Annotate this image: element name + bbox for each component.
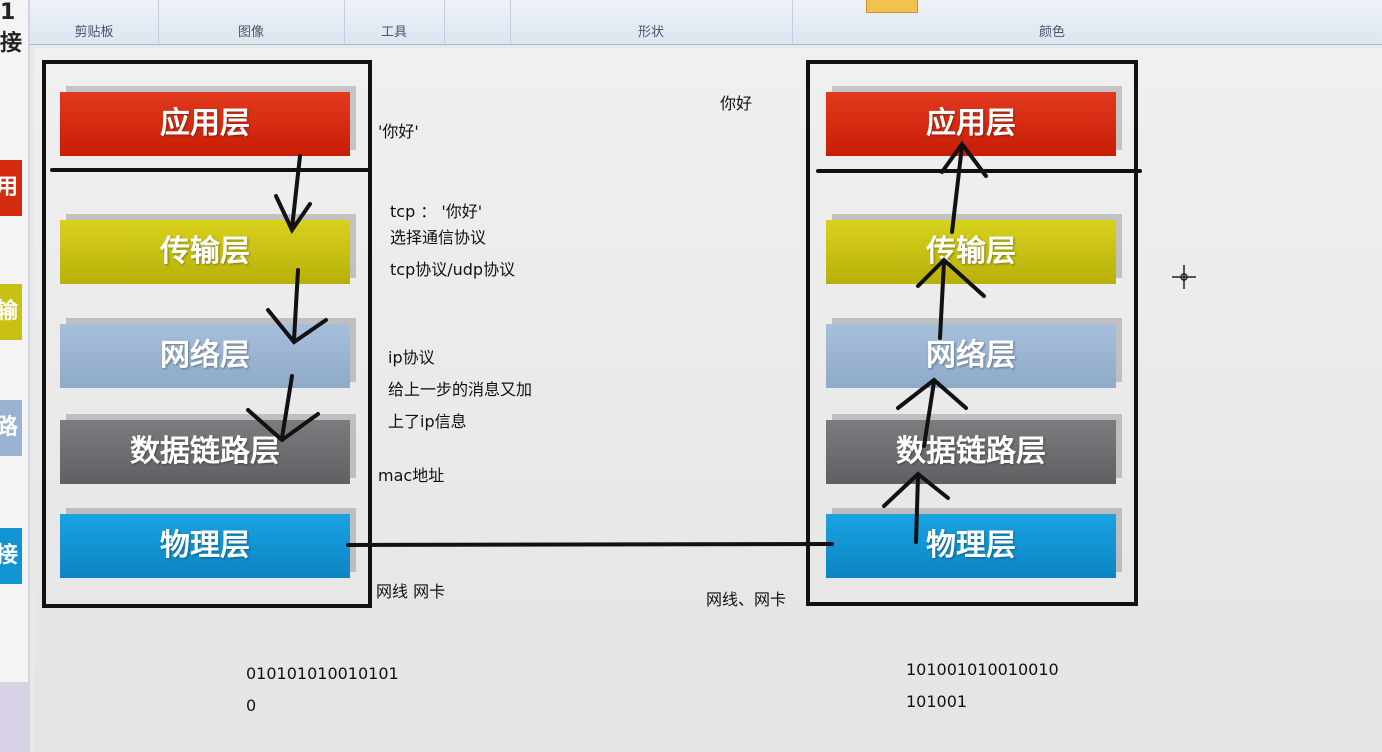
ribbon-toolbar: 剪贴板 图像 工具 形状 颜色 [30, 0, 1382, 45]
note-ip-line2: 给上一步的消息又加 [388, 380, 533, 399]
ribbon-group-label: 剪贴板 [74, 25, 114, 40]
note-bits-right-2: 101001 [906, 692, 968, 711]
note-mac: mac地址 [378, 466, 445, 485]
right-layer-application: 应用层 [826, 92, 1116, 156]
color-swatch[interactable] [866, 0, 918, 13]
layer-label: 物理层 [160, 528, 250, 563]
note-app-message: '你好' [378, 122, 419, 141]
right-layer-network: 网络层 [826, 324, 1116, 388]
strip-title-fragment: 1接 [0, 0, 23, 56]
layer-label: 数据链路层 [896, 434, 1046, 469]
layer-label: 网络层 [160, 338, 250, 373]
note-bits-left-1: 010101010010101 [246, 664, 399, 683]
layer-label: 应用层 [160, 106, 250, 141]
note-app-message-received: 你好 [720, 94, 753, 113]
ribbon-group-label: 颜色 [1038, 25, 1065, 40]
note-ip-line1: ip协议 [388, 348, 435, 367]
strip-tab-transport[interactable]: 输 [0, 284, 22, 340]
note-bits-left-2: 0 [246, 696, 257, 715]
ribbon-group-spacer [444, 0, 511, 44]
ribbon-group-shapes[interactable]: 形状 [510, 0, 793, 44]
note-physical-right: 网线、网卡 [706, 590, 787, 609]
note-ip-line3: 上了ip信息 [388, 412, 467, 431]
strip-tab-app[interactable]: 用 [0, 160, 22, 216]
ribbon-group-image[interactable]: 图像 [158, 0, 345, 44]
left-layer-physical: 物理层 [60, 514, 350, 578]
left-layer-network: 网络层 [60, 324, 350, 388]
left-layer-application: 应用层 [60, 92, 350, 156]
strip-tab-network[interactable]: 路 [0, 400, 22, 456]
right-layer-physical: 物理层 [826, 514, 1116, 578]
note-bits-right-1: 101001010010010 [906, 660, 1059, 679]
strip-bottom-panel [0, 682, 28, 752]
note-tcp-line1: tcp ： '你好' [390, 202, 483, 221]
layer-label: 传输层 [926, 234, 1016, 269]
ribbon-group-label: 工具 [380, 25, 407, 40]
layer-label: 网络层 [926, 338, 1016, 373]
ribbon-group-label: 图像 [237, 25, 264, 40]
note-tcp-line2: 选择通信协议 [390, 228, 487, 247]
right-layer-transport: 传输层 [826, 220, 1116, 284]
note-tcp-line3: tcp协议/udp协议 [390, 260, 516, 279]
adjacent-window-strip: 1接 用 输 路 接 [0, 0, 30, 752]
left-layer-transport: 传输层 [60, 220, 350, 284]
ribbon-group-label: 形状 [637, 25, 664, 40]
ribbon-group-tools[interactable]: 工具 [344, 0, 445, 44]
right-layer-datalink: 数据链路层 [826, 420, 1116, 484]
layer-label: 数据链路层 [130, 434, 280, 469]
left-layer-datalink: 数据链路层 [60, 420, 350, 484]
layer-label: 物理层 [926, 528, 1016, 563]
layer-label: 应用层 [926, 106, 1016, 141]
strip-tab-physical[interactable]: 接 [0, 528, 22, 584]
layer-label: 传输层 [160, 234, 250, 269]
ribbon-group-clipboard[interactable]: 剪贴板 [30, 0, 159, 44]
note-physical-left: 网线 网卡 [376, 582, 446, 601]
